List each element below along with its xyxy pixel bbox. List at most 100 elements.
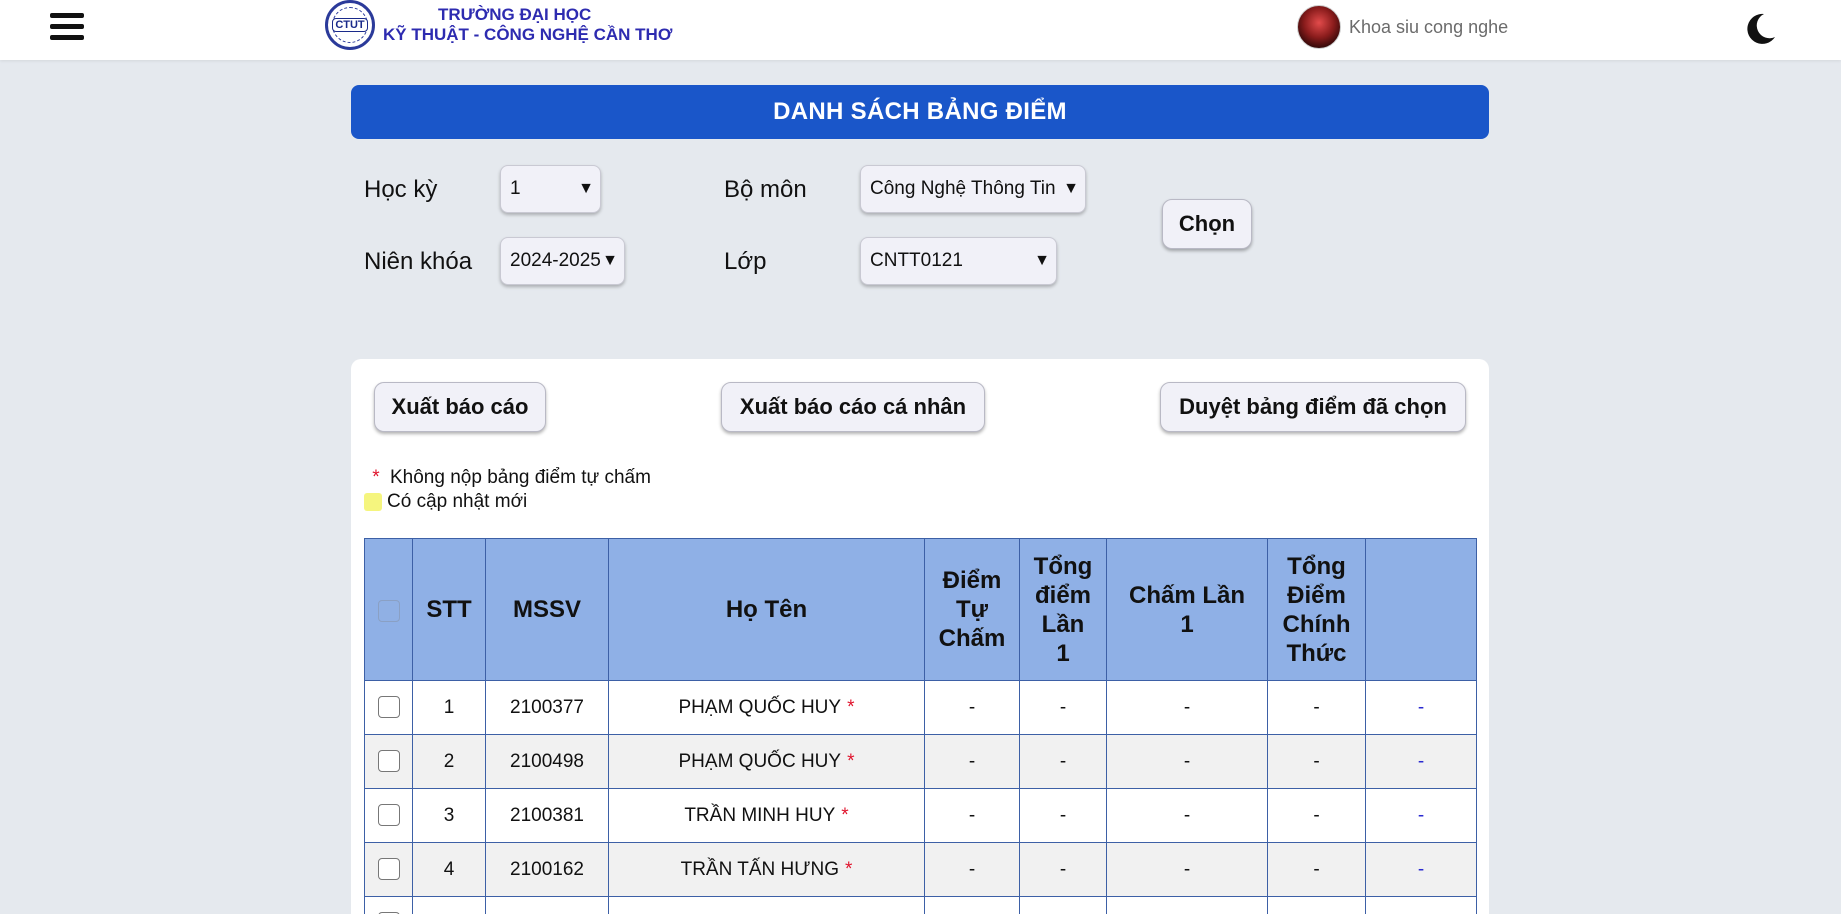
row-checkbox[interactable] (377, 804, 400, 827)
header-tong-diem-lan1: Tổng điểm Lần 1 (1019, 538, 1107, 681)
cell-grade-round1: - (1106, 788, 1268, 843)
cell-grade-round1: - (1106, 680, 1268, 735)
university-name-line1: TRƯỜNG ĐẠI HỌC (438, 5, 592, 25)
university-name-line2: KỸ THUẬT - CÔNG NGHỆ CẦN THƠ (383, 25, 673, 44)
table-header-row: STT MSSV Họ Tên Điểm Tự Chấm Tổng điểm L… (364, 538, 1477, 681)
cell-stt (412, 896, 486, 914)
cell-action: - (1365, 734, 1477, 789)
university-name: TRƯỜNG ĐẠI HỌC KỸ THUẬT - CÔNG NGHỆ CẦN … (383, 5, 672, 44)
class-label: Lớp (724, 248, 767, 275)
cell-action: - (1365, 842, 1477, 897)
header-stt: STT (412, 538, 486, 681)
header-action (1365, 538, 1477, 681)
cell-self-score: - (924, 842, 1020, 897)
legend-not-submitted: * Không nộp bảng điểm tự chấm (366, 467, 651, 489)
student-name: PHẠM QUỐC HUY (678, 696, 842, 718)
page-title: DANH SÁCH BẢNG ĐIỂM (351, 85, 1489, 139)
cell-total-round1: - (1019, 734, 1107, 789)
required-mark-icon: * (372, 467, 380, 488)
header-chinh-thuc-l1: Tổng (1287, 552, 1346, 580)
header-cham-lan1: Chấm Lần 1 (1106, 538, 1268, 681)
select-filter-button[interactable]: Chọn (1162, 199, 1252, 249)
user-name: Khoa siu cong nghe (1349, 16, 1509, 37)
table-row: 3 2100381 TRẦN MINH HUY * - - - - - (364, 788, 1477, 843)
dropdown-arrow-icon: ▼ (1034, 252, 1050, 269)
academic-year-value: 2024-2025 (510, 250, 601, 271)
cell-name: PHẠM QUỐC HUY * (608, 734, 925, 789)
updated-swatch-icon (364, 493, 382, 511)
cell-official-total: - (1267, 734, 1366, 789)
cell-self-score: - (924, 734, 1020, 789)
dropdown-arrow-icon: ▼ (1063, 180, 1079, 197)
header-tong-diem-chinh-thuc: Tổng Điểm Chính Thức (1267, 538, 1366, 681)
header-mssv: MSSV (485, 538, 609, 681)
header-chinh-thuc-l4: Thức (1286, 639, 1347, 667)
header-diem-tu-cham-l2: Tự (955, 596, 989, 623)
cell-grade-round1: - (1106, 842, 1268, 897)
cell-name: TRẦN TẤN HƯNG * (608, 842, 925, 897)
header-tong-diem-lan1-l4: 1 (1056, 639, 1070, 667)
dropdown-arrow-icon: ▼ (602, 252, 618, 269)
export-report-button[interactable]: Xuất báo cáo (374, 382, 546, 432)
menu-icon[interactable] (50, 13, 84, 43)
header-chinh-thuc-l2: Điểm (1287, 581, 1346, 609)
legend-updated-text: Có cập nhật mới (387, 491, 528, 512)
cell-grade-round1 (1106, 896, 1268, 914)
row-action-link[interactable]: - (1418, 697, 1424, 718)
export-personal-report-button[interactable]: Xuất báo cáo cá nhân (721, 382, 985, 432)
header-chinh-thuc-l3: Chính (1282, 610, 1351, 638)
class-value: CNTT0121 (870, 250, 963, 271)
required-mark-icon: * (847, 750, 855, 772)
required-mark-icon: * (847, 696, 855, 718)
table-row: 2 2100498 PHẠM QUỐC HUY * - - - - - (364, 734, 1477, 789)
cell-official-total: - (1267, 680, 1366, 735)
select-all-header (364, 538, 413, 681)
header-diem-tu-cham-l1: Điểm (942, 567, 1002, 594)
header-tong-diem-lan1-l1: Tổng (1033, 552, 1093, 580)
row-action-link[interactable]: - (1418, 751, 1424, 772)
moon-icon[interactable] (1744, 12, 1776, 46)
row-action-link[interactable]: - (1418, 805, 1424, 826)
table-row: 4 2100162 TRẦN TẤN HƯNG * - - - - - (364, 842, 1477, 897)
header-ho-ten: Họ Tên (608, 538, 925, 681)
header-cham-lan1-l1: Chấm Lần (1128, 581, 1245, 609)
cell-stt: 1 (412, 680, 486, 735)
university-logo[interactable]: CTUT TRƯỜNG ĐẠI HỌC KỸ THUẬT - CÔNG NGHỆ… (325, 0, 672, 50)
cell-stt: 4 (412, 842, 486, 897)
row-checkbox[interactable] (377, 696, 400, 719)
row-action-link[interactable]: - (1418, 859, 1424, 880)
semester-select[interactable]: 1 ▼ (500, 165, 601, 213)
department-label: Bộ môn (724, 176, 807, 203)
cell-official-total: - (1267, 842, 1366, 897)
student-name: PHẠM QUỐC HUY (678, 750, 842, 772)
approve-selected-button[interactable]: Duyệt bảng điểm đã chọn (1160, 382, 1466, 432)
academic-year-label: Niên khóa (364, 248, 473, 275)
select-all-checkbox[interactable] (377, 599, 400, 622)
cell-stt: 3 (412, 788, 486, 843)
row-checkbox[interactable] (377, 750, 400, 773)
cell-official-total: - (1267, 788, 1366, 843)
cell-grade-round1: - (1106, 734, 1268, 789)
header-tong-diem-lan1-l2: điểm (1034, 581, 1091, 609)
cell-self-score: - (924, 788, 1020, 843)
cell-mssv: 2100162 (485, 842, 609, 897)
cell-action: - (1365, 680, 1477, 735)
class-select[interactable]: CNTT0121 ▼ (860, 237, 1057, 285)
department-value: Công Nghệ Thông Tin (870, 178, 1056, 199)
cell-total-round1 (1019, 896, 1107, 914)
department-select[interactable]: Công Nghệ Thông Tin ▼ (860, 165, 1086, 213)
university-seal-icon: CTUT (325, 0, 375, 50)
student-name: TRẦN TẤN HƯNG (680, 858, 839, 880)
cell-name: PHẠM QUỐC HUY * (608, 680, 925, 735)
cell-mssv: 2100377 (485, 680, 609, 735)
legend-updated: Có cập nhật mới (364, 491, 527, 513)
student-name: TRẦN MINH HUY (684, 804, 836, 826)
cell-mssv: 2100498 (485, 734, 609, 789)
avatar[interactable] (1297, 5, 1341, 49)
row-checkbox[interactable] (377, 858, 400, 881)
cell-mssv (485, 896, 609, 914)
academic-year-select[interactable]: 2024-2025 ▼ (500, 237, 625, 285)
required-mark-icon: * (844, 858, 853, 880)
required-mark-icon: * (841, 804, 849, 826)
user-profile[interactable]: Khoa siu cong nghe (1297, 5, 1508, 49)
